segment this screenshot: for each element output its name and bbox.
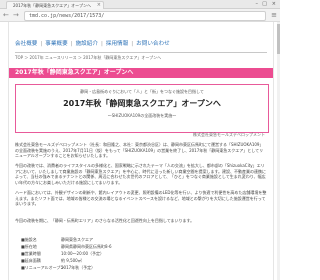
tab-close-icon[interactable]: × — [97, 2, 101, 9]
headline-banner: 静岡・広島街めぐりにおいて「人」と「街」をつなぐ施設を目指して 2017年秋「静… — [15, 84, 269, 133]
info-value: 2017年秋（予定） — [61, 265, 96, 270]
news-title: 2017年秋「静岡東急スクエア」オープンへ — [15, 69, 134, 76]
tab-title: 2017年秋「静岡東急スクエア」オープンへ — [13, 3, 91, 8]
info-key: ■営業時間 — [21, 251, 41, 256]
paragraph-intro: 株式会社東急モールズデベロップメント（社長：和田隆之、本社：東京都渋谷区）は、静… — [15, 142, 264, 159]
info-row: ■営業時間 10:00〜20:00（予定） — [21, 250, 221, 257]
window-close-icon[interactable]: × — [272, 0, 276, 8]
forward-icon[interactable]: → — [13, 10, 19, 20]
paragraph-concept: 今回の改装では、消費者のライフスタイルの多様化と、国家戦略に示されたテーマ「人の… — [15, 163, 267, 185]
nav-business[interactable]: 事業概要 — [45, 41, 67, 47]
back-icon[interactable]: ← — [3, 10, 9, 20]
nav-separator: | — [100, 41, 103, 47]
nav-facilities[interactable]: 施設紹介 — [76, 41, 98, 47]
company-name: 株式会社東急モールズデベロップメント — [193, 132, 265, 137]
info-row: ■リニューアルオープン 2017年秋（予定） — [21, 264, 221, 271]
banner-title: 2017年秋「静岡東急スクエア」オープンへ — [63, 99, 221, 108]
info-value: 静岡東急スクエア — [61, 237, 93, 242]
nav-contact[interactable]: お問い合わせ — [136, 41, 170, 47]
nav-separator: | — [70, 41, 73, 47]
info-value: 10:00〜20:00（予定） — [61, 251, 105, 256]
tab-strip: 2017年秋「静岡東急スクエア」オープンへ × – □ × — [0, 0, 280, 9]
web-page: 会社概要 | 事業概要 | 施設紹介 | 採用情報 | お問い合わせ TOP ＞ 2017年 ニ… — [8, 22, 274, 280]
facility-info: ■施設名 静岡東急スクエア ■所在地 静岡県静岡市葵区伝馬町8-6 ■営業時間 … — [21, 236, 221, 271]
breadcrumb: TOP ＞ 2017年 ニュースリリース ＞ 2017年秋「静岡東急スクエア」オ… — [15, 55, 162, 60]
info-key: ■リニューアルオープン — [21, 265, 65, 270]
info-row: ■延床面積 約 9,500㎡ — [21, 257, 221, 264]
info-key: ■延床面積 — [21, 258, 41, 263]
info-value: 静岡県静岡市葵区伝馬町8-6 — [61, 244, 112, 249]
info-row: ■所在地 静岡県静岡市葵区伝馬町8-6 — [21, 243, 221, 250]
scrollbar-track[interactable] — [277, 22, 280, 280]
banner-lead: 静岡・広島街めぐりにおいて「人」と「街」をつなぐ施設を目指して — [80, 89, 204, 94]
banner-subtitle: 〜SHIZUOKA109の全面改装を実施〜 — [107, 113, 177, 118]
info-key: ■所在地 — [21, 244, 37, 249]
maximize-icon[interactable]: □ — [262, 0, 267, 8]
minimize-icon[interactable]: – — [256, 0, 259, 8]
browser-tab[interactable]: 2017年秋「静岡東急スクエア」オープンへ × — [6, 1, 104, 9]
address-bar[interactable]: tmd.co.jp/news/2017/1573/ — [24, 11, 266, 21]
nav-company[interactable]: 会社概要 — [15, 41, 37, 47]
info-row: ■施設名 静岡東急スクエア — [21, 236, 221, 243]
scrollbar-thumb[interactable] — [277, 24, 280, 54]
browser-toolbar: ← → tmd.co.jp/news/2017/1573/ ≡ — [0, 9, 280, 22]
info-key: ■施設名 — [21, 237, 37, 242]
paragraph-closing: 今回の改装を期に、「静岡・伝馬町エリア」のさらなる活性化と回遊性向上を目指してま… — [15, 218, 195, 223]
nav-separator: | — [40, 41, 43, 47]
news-title-bar: 2017年秋「静岡東急スクエア」オープンへ — [9, 68, 273, 78]
url-text: tmd.co.jp/news/2017/1573/ — [29, 13, 105, 19]
nav-separator: | — [131, 41, 134, 47]
info-value: 約 9,500㎡ — [61, 258, 82, 263]
browser-menu-icon[interactable]: ≡ — [271, 10, 277, 20]
site-nav: 会社概要 | 事業概要 | 施設紹介 | 採用情報 | お問い合わせ — [15, 40, 267, 48]
nav-divider — [15, 52, 267, 53]
nav-recruit[interactable]: 採用情報 — [106, 41, 128, 47]
paragraph-hardware: ハード面においては、外観デザインの刷新や、館内レイアウトの変更、照明設備のLED… — [15, 190, 267, 207]
